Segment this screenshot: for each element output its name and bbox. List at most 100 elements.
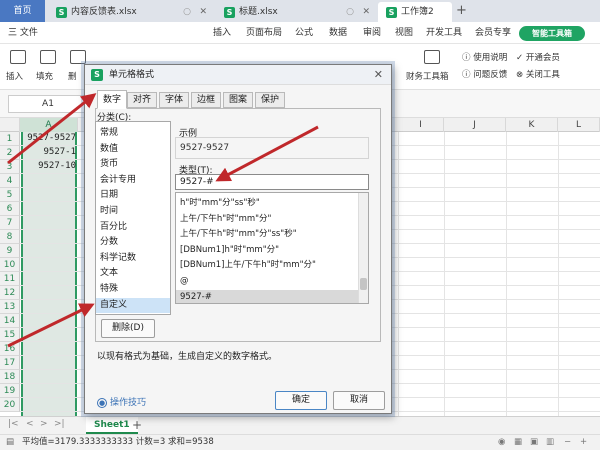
column-header-a[interactable]: A <box>20 118 78 132</box>
tips-link[interactable]: ● 操作技巧 <box>97 395 146 408</box>
delete-icon[interactable] <box>70 50 86 64</box>
sheet-nav-first-icon[interactable]: |< <box>8 419 19 429</box>
row-header[interactable]: 9 <box>0 244 20 258</box>
category-item[interactable]: 会计专用 <box>96 173 170 188</box>
row-header[interactable]: 1 <box>0 132 20 146</box>
cancel-button[interactable]: 取消 <box>333 391 385 410</box>
delete-button[interactable]: 删 <box>68 70 77 82</box>
category-item[interactable]: 时间 <box>96 204 170 219</box>
split-view-icon[interactable]: ▥ <box>546 435 554 450</box>
category-item[interactable]: 数值 <box>96 142 170 157</box>
row-header[interactable]: 19 <box>0 384 20 398</box>
add-sheet-button[interactable]: + <box>132 417 142 434</box>
menu-page-layout[interactable]: 页面布局 <box>246 22 282 44</box>
row-header[interactable]: 18 <box>0 370 20 384</box>
finance-toolbox-icon[interactable] <box>424 50 440 64</box>
row-header[interactable]: 10 <box>0 258 20 272</box>
tab-home[interactable]: 首页 <box>0 0 45 22</box>
category-item[interactable]: 特殊 <box>96 282 170 297</box>
row-header[interactable]: 20 <box>0 398 20 412</box>
row-header[interactable]: 4 <box>0 174 20 188</box>
menu-formula[interactable]: 公式 <box>295 22 313 44</box>
tab-pattern[interactable]: 图案 <box>223 92 254 108</box>
insert-icon[interactable] <box>10 50 26 64</box>
close-icon[interactable]: ✕ <box>199 2 207 22</box>
row-header[interactable]: 16 <box>0 342 20 356</box>
close-icon[interactable]: ✕ <box>362 2 370 22</box>
format-type-item[interactable]: 9527-# <box>176 289 358 303</box>
row-header[interactable]: 17 <box>0 356 20 370</box>
category-item[interactable]: 自定义 <box>96 297 170 313</box>
close-icon[interactable]: ✕ <box>374 65 383 85</box>
menu-view[interactable]: 视图 <box>395 22 413 44</box>
row-header[interactable]: 2 <box>0 146 20 160</box>
menu-data[interactable]: 数据 <box>329 22 347 44</box>
row-header[interactable]: 13 <box>0 300 20 314</box>
sheet-nav-prev-icon[interactable]: < <box>26 419 34 429</box>
eye-icon[interactable]: ◉ <box>498 435 505 450</box>
tab-protection[interactable]: 保护 <box>255 92 286 108</box>
category-item[interactable]: 文本 <box>96 266 170 281</box>
tab-font[interactable]: 字体 <box>159 92 190 108</box>
scrollbar-thumb[interactable] <box>360 278 367 290</box>
row-header[interactable]: 6 <box>0 202 20 216</box>
category-item[interactable]: 常规 <box>96 126 170 141</box>
sheet-tab-sheet1[interactable]: Sheet1 <box>86 417 138 434</box>
fill-button[interactable]: 填充 <box>36 70 53 82</box>
finance-toolbox-button[interactable]: 财务工具箱 <box>406 70 449 82</box>
row-header[interactable]: 3 <box>0 160 20 174</box>
tab-border[interactable]: 边框 <box>191 92 222 108</box>
column-header-k[interactable]: K <box>506 118 558 132</box>
row-header[interactable]: 7 <box>0 216 20 230</box>
vip-link[interactable]: ✓ 开通会员 <box>516 51 560 63</box>
zoom-in-icon[interactable]: + <box>580 435 587 450</box>
category-item[interactable]: 百分比 <box>96 220 170 235</box>
delete-format-button[interactable]: 删除(D) <box>101 319 155 338</box>
name-box[interactable]: A1 <box>8 95 88 113</box>
sheet-nav-next-icon[interactable]: > <box>40 419 48 429</box>
column-header-l[interactable]: L <box>558 118 600 132</box>
tab-file-feedback[interactable]: S 内容反馈表.xlsx ○ ✕ <box>48 2 213 22</box>
column-header-i[interactable]: I <box>398 118 444 132</box>
tab-workbook2[interactable]: S 工作簿2 <box>378 2 452 22</box>
row-header[interactable]: 5 <box>0 188 20 202</box>
tab-number[interactable]: 数字 <box>97 90 128 109</box>
select-all-corner[interactable] <box>0 118 20 132</box>
format-type-item[interactable]: 上午/下午h"时"mm"分" <box>176 212 358 227</box>
smart-toolbox-tab[interactable]: 智能工具箱 <box>519 26 585 41</box>
format-type-item[interactable]: @ <box>176 274 358 289</box>
tab-file-title[interactable]: S 标题.xlsx ○ ✕ <box>216 2 376 22</box>
row-header[interactable]: 12 <box>0 286 20 300</box>
cell-a1[interactable]: 9527-9527 <box>22 133 76 143</box>
row-header[interactable]: 11 <box>0 272 20 286</box>
category-list[interactable]: 常规 数值 货币 会计专用 日期 时间 百分比 分数 科学记数 文本 特殊 自定义 <box>95 121 171 315</box>
category-item[interactable]: 货币 <box>96 157 170 172</box>
column-header-j[interactable]: J <box>444 118 506 132</box>
normal-view-icon[interactable]: ▦ <box>514 435 522 450</box>
page-view-icon[interactable]: ▣ <box>530 435 538 450</box>
menu-insert[interactable]: 插入 <box>213 22 231 44</box>
insert-button[interactable]: 插入 <box>6 70 23 82</box>
feedback-link[interactable]: ⓘ 问题反馈 <box>462 68 507 80</box>
dialog-title-bar[interactable]: S 单元格格式 ✕ <box>85 65 391 85</box>
sheet-nav-last-icon[interactable]: >| <box>54 419 65 429</box>
format-type-list[interactable]: 9527-# @ [DBNum1]上午/下午h"时"mm"分" [DBNum1]h"时… <box>175 192 369 304</box>
tab-alignment[interactable]: 对齐 <box>127 92 158 108</box>
category-item[interactable]: 分数 <box>96 235 170 250</box>
add-tab-button[interactable]: + <box>456 2 467 20</box>
close-tool-link[interactable]: ⊗ 关闭工具 <box>516 68 560 80</box>
menu-vip[interactable]: 会员专享 <box>475 22 511 44</box>
format-type-item[interactable]: h"时"mm"分"ss"秒" <box>176 196 358 211</box>
menu-review[interactable]: 审阅 <box>363 22 381 44</box>
cell-a3[interactable]: 9527-10 <box>22 161 76 171</box>
row-header[interactable]: 14 <box>0 314 20 328</box>
format-list-scrollbar[interactable] <box>358 193 368 303</box>
menu-developer[interactable]: 开发工具 <box>426 22 462 44</box>
zoom-out-icon[interactable]: − <box>564 435 571 450</box>
cell-a2[interactable]: 9527-1 <box>22 147 76 157</box>
format-type-item[interactable]: [DBNum1]h"时"mm"分" <box>176 243 358 258</box>
row-header[interactable]: 8 <box>0 230 20 244</box>
ok-button[interactable]: 确定 <box>275 391 327 410</box>
help-guide-link[interactable]: ⓘ 使用说明 <box>462 51 507 63</box>
type-input[interactable]: 9527-# <box>175 174 369 190</box>
